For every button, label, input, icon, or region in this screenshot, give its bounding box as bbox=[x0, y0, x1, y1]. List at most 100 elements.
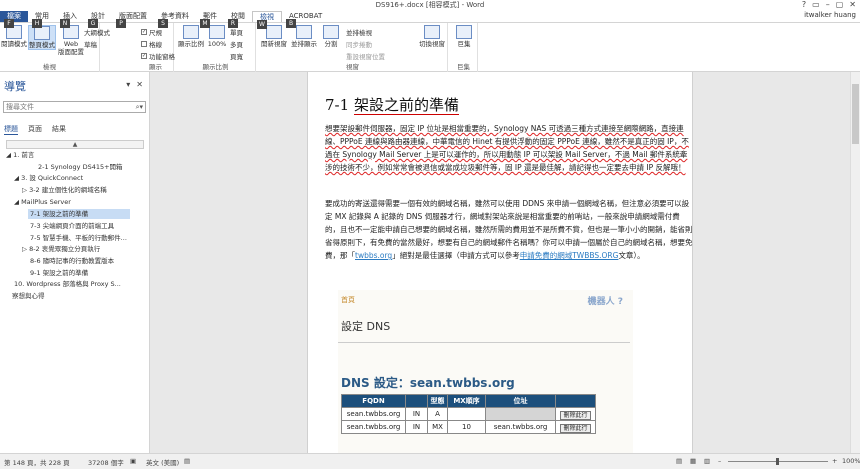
gridlines-checkbox[interactable]: 格線 bbox=[141, 39, 162, 49]
nav-title: 導覽 bbox=[4, 80, 26, 93]
sync-scroll-button[interactable]: 同步捲動 bbox=[346, 39, 372, 49]
zoom-100-button[interactable]: 100% bbox=[206, 25, 228, 48]
web-layout-button[interactable]: Web 版面配置 bbox=[58, 25, 84, 56]
heading-item[interactable]: ◢ 3. 設 QuickConnect bbox=[14, 173, 83, 183]
tab-headings[interactable]: 標題 bbox=[4, 124, 18, 135]
read-mode-view-icon[interactable]: ▤ bbox=[676, 457, 682, 465]
heading-item[interactable]: 7-3 尖端網頁介面的前端工具 bbox=[30, 221, 114, 231]
language[interactable]: 英文 (美國) bbox=[146, 457, 179, 467]
close-button[interactable]: ✕ bbox=[849, 0, 856, 10]
nav-pane-checkbox[interactable]: ✓ 功能窗格 bbox=[141, 51, 175, 61]
tab-pages[interactable]: 頁面 bbox=[28, 124, 42, 135]
keytip: R bbox=[228, 19, 238, 28]
tab-insert[interactable]: 插入 N bbox=[56, 11, 84, 28]
nav-search-input[interactable]: 搜尋文件 ⌕▾ bbox=[3, 101, 146, 113]
heading-item[interactable]: 2-1 Synology DS415+開箱 bbox=[38, 162, 123, 172]
zoom-out-icon[interactable]: – bbox=[718, 457, 721, 465]
document-page[interactable]: 7-1 架設之前的準備 想要架設郵件伺服器，固定 IP 位址是相當重要的，Syn… bbox=[307, 72, 693, 453]
keytip: N bbox=[60, 19, 70, 28]
ribbon: 閱讀模式 整頁模式 Web 版面配置 大綱模式 草稿 檢視 ✓ 尺規 格線 ✓ 功能… bbox=[0, 22, 860, 72]
one-page-button[interactable]: 單頁 bbox=[230, 27, 243, 37]
tab-references[interactable]: 參考資料 S bbox=[154, 11, 196, 28]
proofing-icon[interactable]: ▣ bbox=[130, 457, 136, 465]
paragraph-1: 想要架設郵件伺服器，固定 IP 位址是相當重要的，Synology NAS 可透… bbox=[325, 124, 689, 172]
heading-item[interactable]: 10. Wordpress 部落格與 Proxy S... bbox=[14, 279, 121, 289]
macros-icon bbox=[456, 25, 472, 39]
group-label: 視窗 bbox=[346, 63, 359, 71]
scrollbar-thumb[interactable] bbox=[852, 84, 859, 144]
switch-window-button[interactable]: 切換視窗 bbox=[418, 25, 446, 48]
reset-position-button[interactable]: 重設視窗位置 bbox=[346, 51, 385, 61]
table-row: sean.twbbs.org IN MX 10 sean.twbbs.org 刪… bbox=[341, 420, 596, 434]
magnifier-icon bbox=[183, 25, 199, 39]
macro-record-icon[interactable]: ▤ bbox=[184, 457, 190, 465]
group-label: 顯示 bbox=[149, 63, 162, 71]
draft-button[interactable]: 草稿 bbox=[84, 39, 97, 49]
maximize-button[interactable]: ▢ bbox=[836, 0, 844, 10]
heading-item[interactable]: ◢ MailPlus Server bbox=[14, 197, 71, 207]
window-title: DS916+.docx [相容模式] - Word bbox=[375, 1, 485, 9]
minimize-button[interactable]: – bbox=[826, 0, 830, 10]
tab-mailings[interactable]: 郵件 M bbox=[196, 11, 224, 28]
heading-item[interactable]: 8-6 隨時記事的行動教置版本 bbox=[30, 256, 114, 266]
tab-results[interactable]: 結果 bbox=[52, 124, 66, 135]
split-button[interactable]: 分割 bbox=[320, 25, 342, 48]
delete-row-button: 刪除此行 bbox=[560, 423, 591, 433]
watermark: 機器人 ? bbox=[587, 297, 623, 307]
heading-item-selected[interactable]: 7-1 架設之前的準備 bbox=[28, 209, 130, 219]
help-icon[interactable]: ? bbox=[802, 0, 806, 10]
twbbs-link[interactable]: twbbs.org bbox=[355, 251, 392, 260]
multi-page-button[interactable]: 多頁 bbox=[230, 39, 243, 49]
zoom-100-icon bbox=[209, 25, 225, 39]
tab-file[interactable]: 檔案 F bbox=[0, 11, 28, 28]
chevron-down-icon[interactable]: ▾ bbox=[126, 80, 130, 89]
outline-button[interactable]: 大綱模式 bbox=[84, 27, 110, 37]
page-count[interactable]: 第 148 頁，共 228 頁 bbox=[4, 457, 70, 467]
apply-domain-link[interactable]: 申請免費的網域TWBBS.ORG bbox=[520, 251, 619, 260]
keytip: H bbox=[32, 19, 42, 28]
page-width-button[interactable]: 頁寬 bbox=[230, 51, 243, 61]
tab-home[interactable]: 常用 H bbox=[28, 11, 56, 28]
heading-item[interactable]: 察想與心得 bbox=[12, 291, 45, 301]
arrange-all-icon bbox=[296, 25, 312, 39]
vertical-scrollbar[interactable] bbox=[850, 72, 860, 453]
word-count[interactable]: 37208 個字 bbox=[88, 457, 124, 467]
user-name[interactable]: itwalker huang bbox=[804, 11, 856, 19]
print-layout-view-icon[interactable]: ▦ bbox=[690, 457, 696, 465]
col-type: 型態 bbox=[427, 394, 448, 408]
window-controls: ? ▭ – ▢ ✕ bbox=[802, 0, 856, 10]
embedded-screenshot: 首頁 機器人 ? 設定 DNS DNS 設定：sean.twbbs.org FQ… bbox=[338, 290, 633, 453]
tab-acrobat[interactable]: ACROBAT B bbox=[282, 11, 329, 28]
keytip: W bbox=[257, 20, 267, 29]
col-action bbox=[555, 394, 596, 408]
screenshot-title: DNS 設定：sean.twbbs.org bbox=[341, 376, 515, 390]
table-row: sean.twbbs.org IN A 刪除此行 bbox=[341, 407, 596, 421]
zoom-slider-thumb[interactable] bbox=[776, 458, 779, 465]
print-layout-button[interactable]: 整頁模式 bbox=[28, 25, 56, 50]
heading-item[interactable]: ◢ 1. 前言 bbox=[6, 150, 34, 160]
keytip: P bbox=[116, 19, 126, 28]
tab-design[interactable]: 設計 G bbox=[84, 11, 112, 28]
web-layout-view-icon[interactable]: ▥ bbox=[704, 457, 710, 465]
search-icon[interactable]: ⌕▾ bbox=[136, 102, 143, 112]
tab-layout[interactable]: 版面配置 P bbox=[112, 11, 154, 28]
side-by-side-button[interactable]: 並排檢視 bbox=[346, 27, 372, 37]
tab-view[interactable]: 檢視 W bbox=[252, 11, 282, 29]
heading-item[interactable]: ▷ 8-2 衷覺眾獨立分頁執行 bbox=[22, 244, 100, 254]
arrange-all-button[interactable]: 並排顯示 bbox=[290, 25, 318, 48]
zoom-level[interactable]: 100% bbox=[842, 457, 860, 465]
ruler-checkbox[interactable]: ✓ 尺規 bbox=[141, 27, 162, 37]
split-icon bbox=[323, 25, 339, 39]
keytip: M bbox=[200, 19, 210, 28]
heading-item[interactable]: 9-1 架設之前的準備 bbox=[30, 268, 88, 278]
macros-button[interactable]: 巨集 bbox=[452, 25, 476, 48]
read-mode-button[interactable]: 閱讀模式 bbox=[1, 25, 27, 48]
nav-scroll-up[interactable]: ▲ bbox=[6, 140, 144, 149]
ribbon-display-icon[interactable]: ▭ bbox=[812, 0, 820, 10]
heading-item[interactable]: 7-5 智慧手機、平板的行動郵件... bbox=[30, 233, 127, 243]
zoom-in-icon[interactable]: + bbox=[832, 457, 837, 465]
zoom-button[interactable]: 顯示比例 bbox=[177, 25, 205, 48]
tab-review[interactable]: 校閱 R bbox=[224, 11, 252, 28]
close-icon[interactable]: ✕ bbox=[136, 80, 143, 89]
heading-item[interactable]: ▷ 3-2 建立個性化的網域名稱 bbox=[22, 185, 107, 195]
